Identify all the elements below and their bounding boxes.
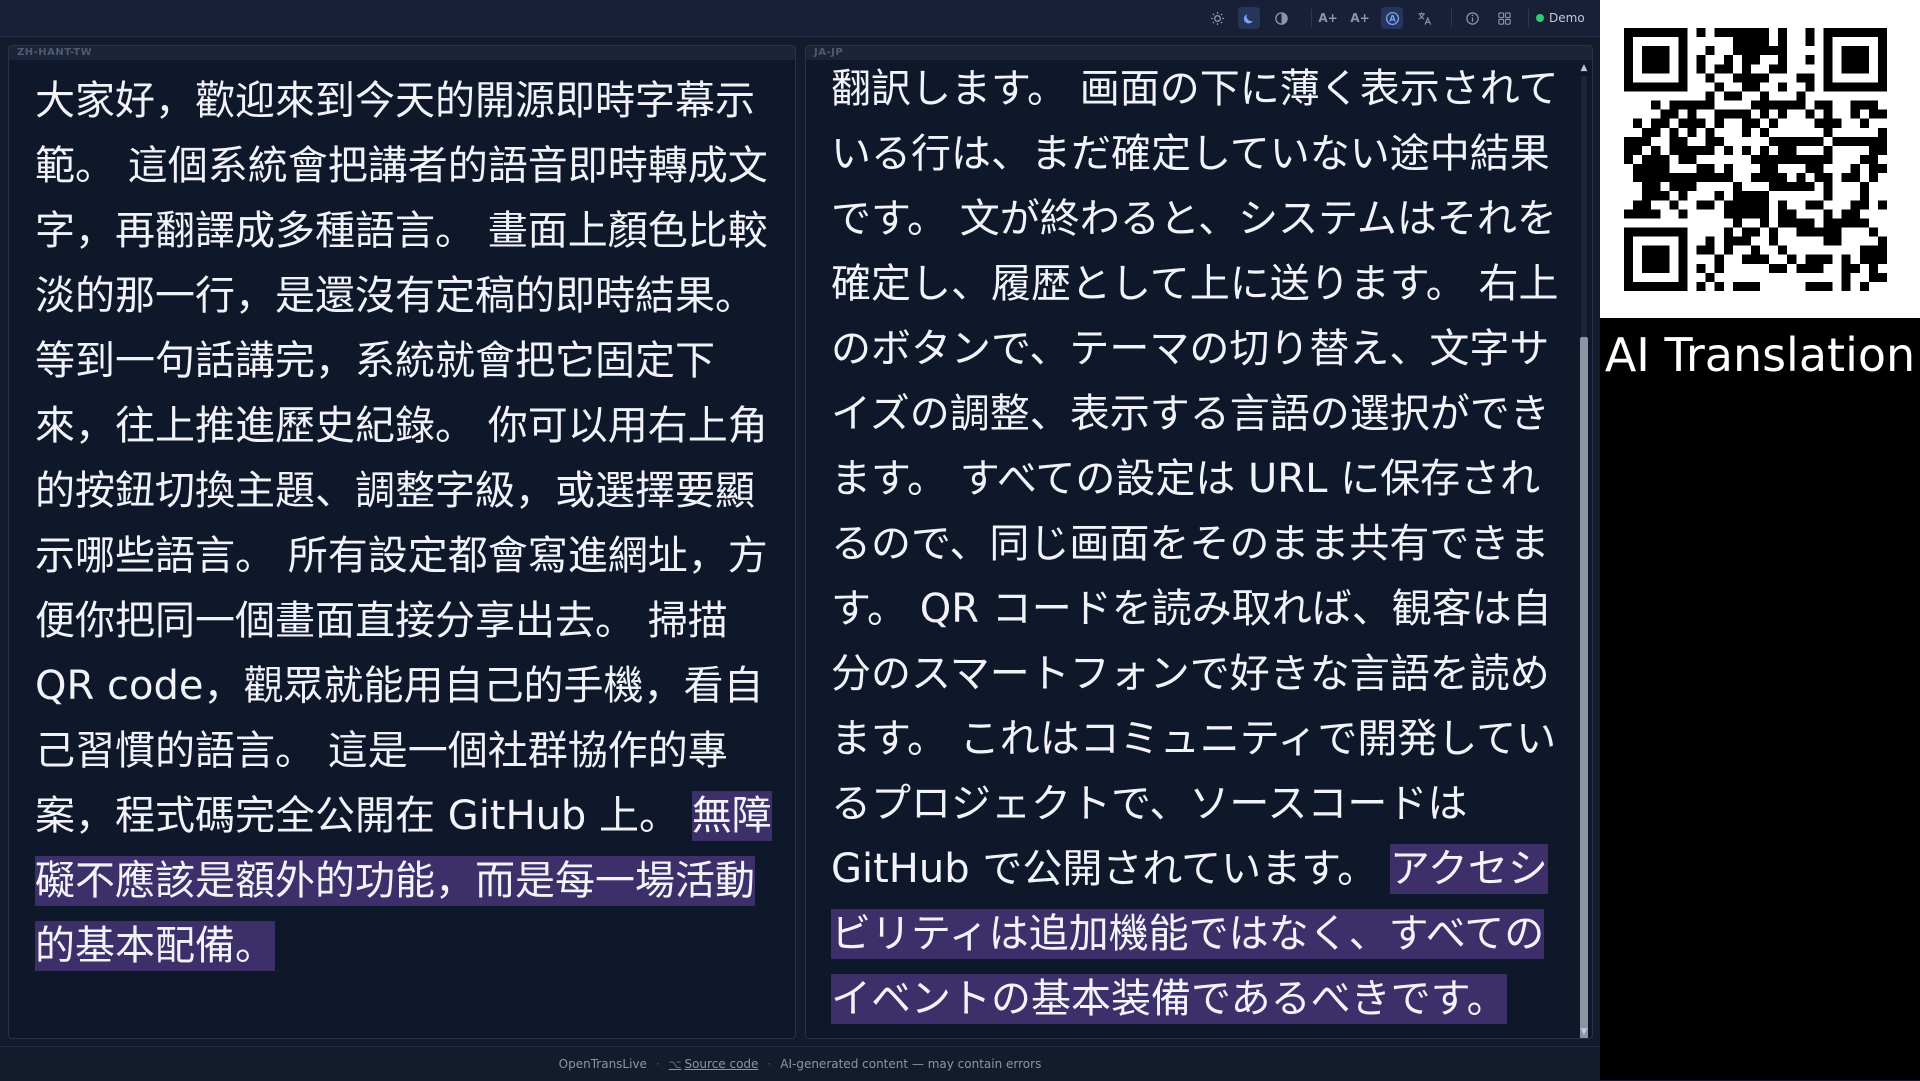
qr-sidebar: AI Translation bbox=[1600, 0, 1920, 1080]
footer-separator: · bbox=[655, 1057, 660, 1071]
qr-code-icon bbox=[1624, 28, 1887, 291]
grid-icon bbox=[1497, 11, 1511, 25]
svg-text:A: A bbox=[1389, 13, 1396, 23]
toolbar: A+ A+ A Demo bbox=[0, 0, 1600, 37]
moon-icon bbox=[1243, 13, 1253, 23]
scroll-down-icon[interactable]: ▼ bbox=[1578, 1026, 1590, 1038]
language-select-button[interactable] bbox=[1413, 7, 1435, 29]
auto-mode-button[interactable]: A bbox=[1381, 7, 1403, 29]
font-decrease-icon: A+ bbox=[1350, 11, 1370, 25]
font-decrease-button[interactable]: A+ bbox=[1349, 7, 1371, 29]
caption-panel-zh: ZH-HANT-TW 大家好，歡迎來到今天的開源即時字幕示範。 這個系統會把講者… bbox=[8, 45, 796, 1039]
theme-controls bbox=[1206, 7, 1302, 29]
layout-button[interactable] bbox=[1493, 7, 1515, 29]
scrollbar-thumb[interactable] bbox=[1580, 337, 1588, 1038]
footer: OpenTransLive · ⌥ Source code · AI-gener… bbox=[0, 1046, 1600, 1081]
font-increase-icon: A+ bbox=[1318, 11, 1338, 25]
caption-panel-ja: JA-JP 翻訳します。 画面の下に薄く表示されている行は、まだ確定していない途… bbox=[805, 45, 1593, 1039]
light-theme-button[interactable] bbox=[1206, 7, 1228, 29]
auto-icon: A bbox=[1385, 11, 1399, 25]
info-icon bbox=[1465, 11, 1479, 25]
font-increase-button[interactable]: A+ bbox=[1317, 7, 1339, 29]
source-code-label: Source code bbox=[684, 1057, 759, 1071]
github-icon: ⌥ bbox=[668, 1057, 682, 1071]
caption-history: 大家好，歡迎來到今天的開源即時字幕示範。 這個系統會把講者的語音即時轉成文字，再… bbox=[35, 78, 768, 839]
translate-icon bbox=[1417, 11, 1431, 25]
toolbar-divider bbox=[1311, 9, 1312, 27]
footer-separator: · bbox=[767, 1057, 772, 1071]
status-label: Demo bbox=[1549, 11, 1585, 25]
status-badge[interactable]: Demo bbox=[1536, 8, 1585, 28]
contrast-icon bbox=[1274, 11, 1288, 25]
source-code-link[interactable]: ⌥ Source code bbox=[669, 1057, 759, 1071]
ai-disclaimer: AI-generated content — may contain error… bbox=[780, 1057, 1042, 1071]
caption-text: 翻訳します。 画面の下に薄く表示されている行は、まだ確定していない途中結果です。… bbox=[806, 48, 1592, 1032]
dark-theme-button[interactable] bbox=[1238, 7, 1260, 29]
qr-label: AI Translation bbox=[1604, 328, 1916, 382]
app-window: A+ A+ A Demo ZH-HANT-TW 大家好，歡迎來到今天的開源即時字… bbox=[0, 0, 1600, 1081]
contrast-theme-button[interactable] bbox=[1270, 7, 1292, 29]
app-name: OpenTransLive bbox=[558, 1057, 647, 1071]
toolbar-divider bbox=[1451, 9, 1452, 27]
scrollbar[interactable]: ▲ ▼ bbox=[1578, 62, 1590, 1038]
caption-history: 翻訳します。 画面の下に薄く表示されている行は、まだ確定していない途中結果です。… bbox=[831, 66, 1559, 892]
caption-text: 大家好，歡迎來到今天的開源即時字幕示範。 這個系統會把講者的語音即時轉成文字，再… bbox=[9, 60, 795, 979]
font-controls: A+ A+ A bbox=[1317, 7, 1445, 29]
sun-icon bbox=[1210, 11, 1224, 25]
panel-language-label: ZH-HANT-TW bbox=[9, 46, 795, 60]
info-button[interactable] bbox=[1461, 7, 1483, 29]
scroll-up-icon[interactable]: ▲ bbox=[1578, 62, 1590, 74]
status-dot-icon bbox=[1536, 14, 1544, 22]
qr-code[interactable] bbox=[1600, 0, 1920, 318]
toolbar-divider bbox=[1528, 9, 1529, 27]
info-controls bbox=[1461, 7, 1525, 29]
